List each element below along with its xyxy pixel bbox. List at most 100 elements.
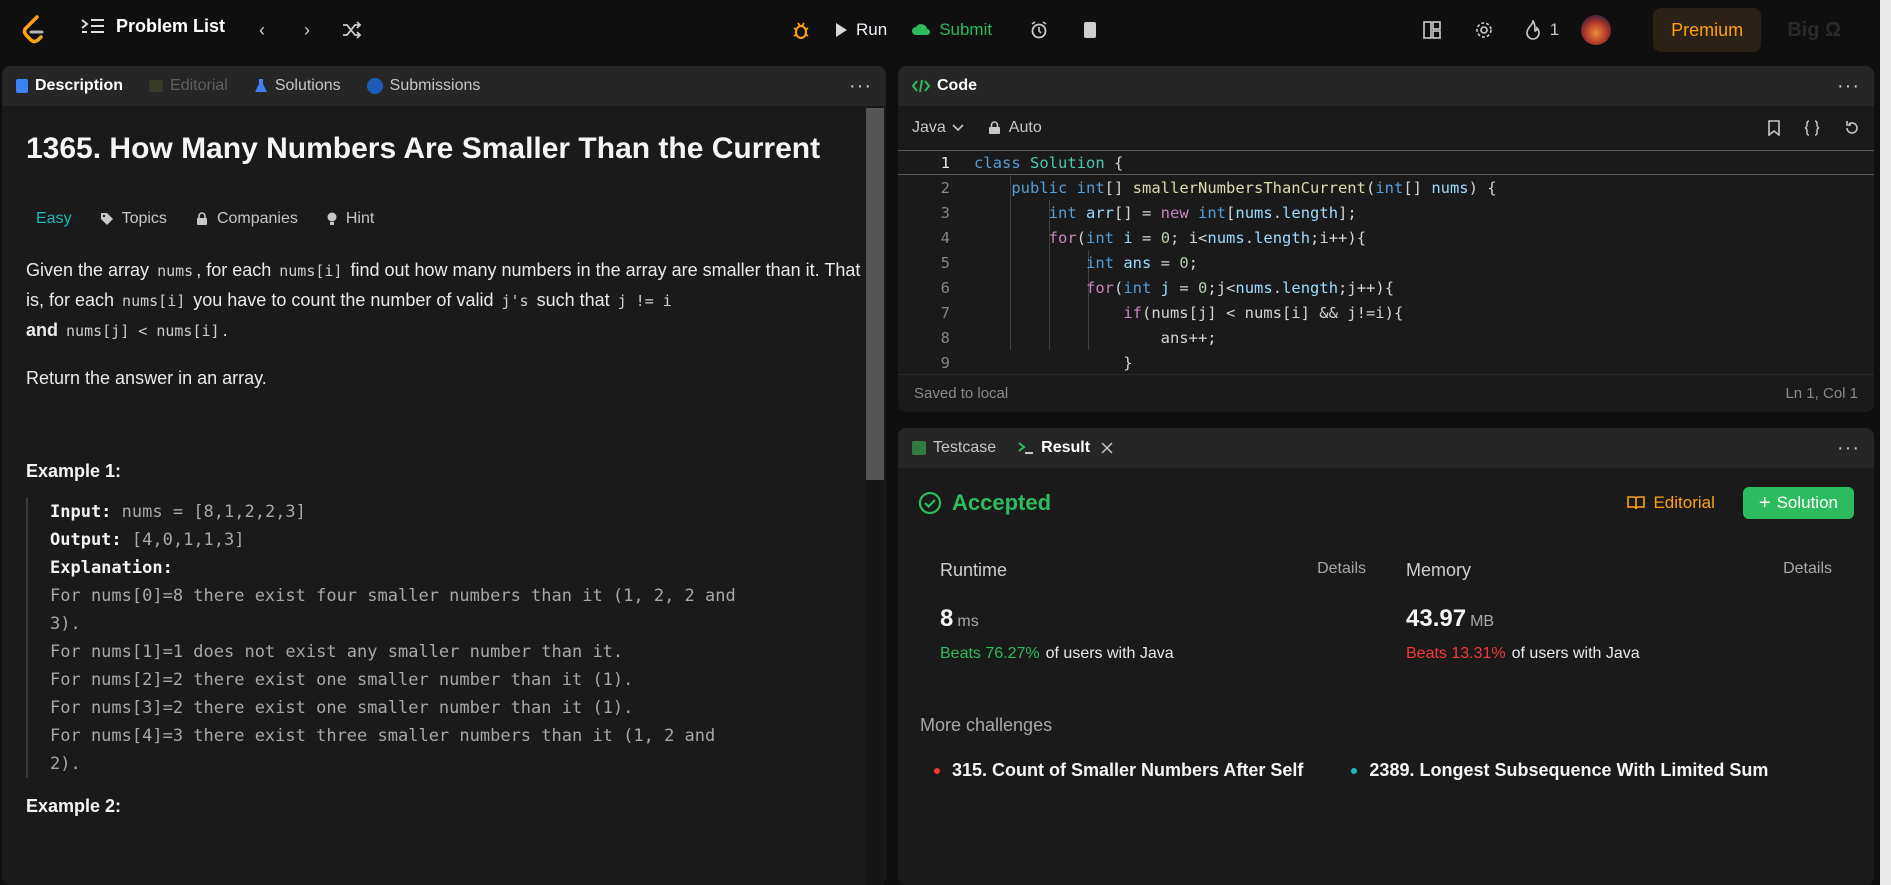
description-panel: Description Editorial Solutions Submissi… [2, 66, 886, 885]
premium-button[interactable]: Premium [1653, 8, 1762, 52]
code-editor[interactable]: 1 class Solution { 2 public int[] smaller… [898, 150, 1874, 372]
runtime-details-link[interactable]: Details [1317, 560, 1366, 581]
code-more-options-icon[interactable]: ··· [1837, 75, 1860, 98]
explanation-line: 3). [50, 614, 81, 634]
shuffle-icon[interactable] [340, 18, 364, 42]
tab-editorial[interactable]: Editorial [149, 77, 228, 95]
avatar[interactable] [1581, 15, 1612, 45]
runtime-unit: ms [957, 613, 979, 630]
leetcode-logo[interactable] [20, 14, 48, 46]
run-submit-toolbar: Run Submit [780, 14, 1110, 46]
inline-code: j's [501, 292, 529, 310]
big-o-label: Big Ω [1787, 18, 1841, 41]
language-selector[interactable]: Java [912, 119, 964, 137]
checkbox-icon [912, 441, 926, 455]
code-line: 8 ans++; [898, 325, 1874, 350]
tab-testcase-label: Testcase [933, 439, 997, 456]
tab-testcase[interactable]: Testcase [912, 439, 996, 457]
tab-result-label: Result [1041, 439, 1091, 456]
return-statement: Return the answer in an array. [26, 368, 267, 388]
reset-icon[interactable] [1844, 120, 1860, 136]
submit-button[interactable]: Submit [899, 20, 1004, 40]
example-1-block: Input: nums = [8,1,2,2,3] Output: [4,0,1… [26, 498, 862, 778]
note-icon [1084, 22, 1097, 38]
description-scrollbar-thumb[interactable] [866, 108, 884, 480]
problem-statement: Given the array nums, for each nums[i] f… [26, 256, 862, 346]
challenge-title: 315. Count of Smaller Numbers After Self [952, 760, 1304, 780]
tab-solutions[interactable]: Solutions [254, 77, 341, 95]
tab-code-label: Code [937, 77, 977, 94]
book-icon [149, 80, 164, 92]
tab-description[interactable]: Description [16, 77, 123, 95]
runtime-card[interactable]: Runtime Details 8 ms Beats 76.27% of users… [920, 544, 1386, 679]
settings-gear-icon[interactable] [1472, 18, 1496, 42]
statement-text: such that [531, 290, 615, 310]
history-icon [366, 78, 383, 94]
result-tabs: Testcase Result ··· [898, 428, 1874, 468]
runtime-beats: Beats 76.27% [940, 645, 1040, 662]
line-number: 7 [940, 303, 950, 322]
explanation-line: For nums[2]=2 there exist one smaller nu… [50, 670, 634, 690]
problem-list-button[interactable]: Problem List [80, 16, 225, 37]
more-options-icon[interactable]: ··· [849, 75, 872, 98]
code-line: 4 for(int i = 0; i<nums.length;i++){ [898, 225, 1874, 250]
memory-details-link[interactable]: Details [1783, 560, 1832, 581]
next-problem-icon[interactable]: › [295, 18, 319, 42]
inline-code: nums[j] < nums[i] [66, 322, 220, 340]
example-2-title: Example 2: [26, 796, 122, 816]
editorial-button[interactable]: Editorial [1627, 493, 1715, 513]
top-nav: Problem List ‹ › Run Submit 1 Premium Bi… [0, 0, 1891, 60]
statement-text: . [222, 320, 228, 340]
run-button[interactable]: Run [822, 20, 899, 40]
hint-tag[interactable]: Hint [326, 210, 374, 228]
challenge-item[interactable]: 2389. Longest Subsequence With Limited S… [1351, 760, 1768, 781]
description-icon [16, 79, 28, 93]
problem-list-label: Problem List [116, 16, 226, 36]
timer-button[interactable] [1018, 21, 1060, 39]
challenge-item[interactable]: 315. Count of Smaller Numbers After Self [934, 760, 1303, 781]
close-icon[interactable] [1101, 442, 1113, 454]
bookmark-icon[interactable] [1768, 120, 1780, 136]
tab-submissions[interactable]: Submissions [366, 77, 480, 95]
leetcode-app: Problem List ‹ › Run Submit 1 Premium Bi… [0, 0, 1891, 885]
prev-problem-icon[interactable]: ‹ [250, 18, 274, 42]
input-label: Input: [50, 502, 112, 522]
submit-label: Submit [939, 20, 993, 39]
premium-label: Premium [1671, 19, 1744, 40]
list-icon [81, 18, 104, 33]
status-label: Accepted [952, 490, 1052, 515]
performance-stats: Runtime Details 8 ms Beats 76.27% of users… [898, 544, 1874, 679]
memory-card[interactable]: Memory Details 43.97 MB Beats 13.31% of us… [1386, 544, 1852, 679]
check-circle-icon [918, 491, 942, 515]
big-o-button[interactable]: Big Ω [1787, 19, 1841, 42]
challenge-list: 315. Count of Smaller Numbers After Self… [898, 760, 1874, 781]
auto-mode-toggle[interactable]: Auto [988, 119, 1042, 137]
line-number: 4 [940, 228, 950, 247]
streak-counter[interactable]: 1 [1524, 18, 1559, 42]
memory-value: 43.97 [1406, 605, 1467, 632]
companies-label: Companies [216, 210, 298, 227]
debug-button[interactable] [780, 20, 822, 40]
tab-code[interactable]: Code [912, 77, 977, 95]
post-solution-button[interactable]: + Solution [1742, 487, 1854, 519]
lock-icon [988, 121, 1000, 134]
notes-button[interactable] [1070, 21, 1110, 39]
line-number: 5 [940, 253, 950, 272]
code-line: 5 int ans = 0; [898, 250, 1874, 275]
format-braces-icon[interactable] [1804, 120, 1820, 136]
tab-result[interactable]: Result [1018, 439, 1113, 457]
tab-description-label: Description [35, 77, 124, 94]
topics-tag[interactable]: Topics [100, 210, 167, 228]
window-scrollbar[interactable] [1880, 0, 1891, 885]
code-line: 9 } [898, 350, 1874, 375]
result-more-options-icon[interactable]: ··· [1837, 437, 1860, 460]
flask-icon [254, 79, 267, 92]
layout-icon[interactable] [1420, 18, 1444, 42]
line-number: 9 [940, 353, 950, 372]
line-number: 6 [940, 278, 950, 297]
code-line: 3 int arr[] = new int[nums.length]; [898, 200, 1874, 225]
editorial-label: Editorial [1653, 493, 1715, 512]
companies-tag[interactable]: Companies [195, 210, 298, 228]
alarm-clock-icon [1031, 21, 1047, 39]
difficulty-badge[interactable]: Easy [36, 210, 72, 228]
